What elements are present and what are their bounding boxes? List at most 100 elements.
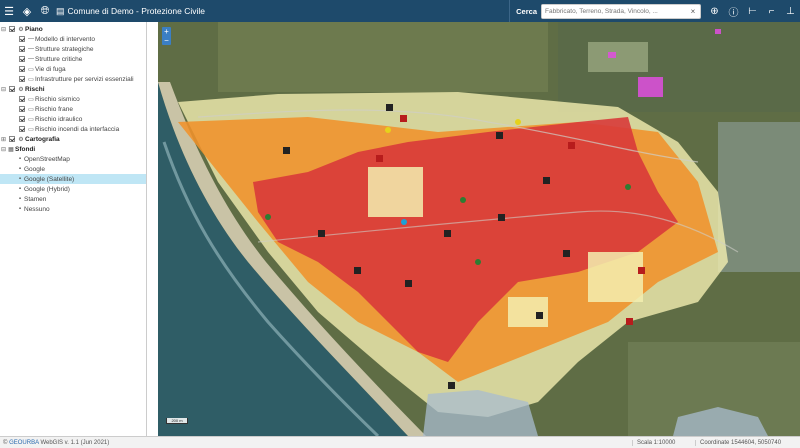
group-checkbox[interactable] [9, 26, 15, 32]
tree-group-piano[interactable]: ⊟ ⚙ Piano [0, 24, 146, 34]
collapse-icon[interactable]: ⊟ [0, 146, 7, 153]
poi-marker[interactable] [405, 280, 412, 287]
layer-checkbox[interactable] [19, 76, 25, 82]
tree-item[interactable]: ▭ Vie di fuga [0, 64, 146, 74]
menu-icon[interactable]: ☰ [0, 0, 18, 22]
folder-icon: ▭ [28, 106, 34, 113]
layers-icon[interactable]: ◈ [18, 0, 36, 22]
poi-marker[interactable] [460, 197, 466, 203]
layer-checkbox[interactable] [19, 56, 25, 62]
layer-checkbox[interactable] [19, 116, 25, 122]
layer-label: Strutture strategiche [35, 45, 94, 53]
tree-item[interactable]: ▭ Rischio sismico [0, 94, 146, 104]
map-svg[interactable] [158, 22, 800, 436]
basemap-label: Google (Satellite) [24, 175, 75, 183]
coordinate-readout: Coordinate 1544604, 5050740 [695, 439, 800, 446]
tree-item[interactable]: — Strutture strategiche [0, 44, 146, 54]
basemap-option[interactable]: ▪ Google [0, 164, 146, 174]
layer-label: Modello di intervento [35, 35, 95, 43]
poi-marker[interactable] [318, 230, 325, 237]
poi-marker[interactable] [515, 119, 521, 125]
poi-marker[interactable] [354, 267, 361, 274]
brand-link[interactable]: GEOURBA [9, 440, 39, 446]
poi-marker[interactable] [626, 318, 633, 325]
search-input[interactable] [542, 4, 687, 18]
low-risk-zone [588, 252, 643, 302]
tree-group-cartografia[interactable]: ⊞ ⚙ Cartografia [0, 134, 146, 144]
poi-marker[interactable] [543, 177, 550, 184]
poi-marker[interactable] [376, 155, 383, 162]
zoom-out-button[interactable]: − [162, 36, 171, 45]
basemap-icon: ▦ [8, 146, 14, 153]
poi-marker[interactable] [638, 267, 645, 274]
status-bar: © GEOURBA WebGIS v. 1.1 (Jun 2021) Scala… [0, 436, 800, 448]
basemap-option[interactable]: ▪ OpenStreetMap [0, 154, 146, 164]
fields [218, 22, 548, 92]
basemap-option[interactable]: ▪ Stamen [0, 194, 146, 204]
basemap-option[interactable]: ▪ Nessuno [0, 204, 146, 214]
collapse-icon[interactable]: ⊟ [0, 86, 7, 93]
poi-marker[interactable] [401, 219, 407, 225]
poi-marker[interactable] [536, 312, 543, 319]
layer-checkbox[interactable] [19, 96, 25, 102]
poi-marker[interactable] [625, 184, 631, 190]
pin-icon[interactable]: ⊥ [781, 0, 800, 22]
info-icon[interactable]: ⓘ [724, 0, 743, 22]
basemap-icon: ▪ [18, 206, 22, 212]
tree-item[interactable]: ▭ Rischio incendi da interfaccia [0, 124, 146, 134]
poi-marker[interactable] [400, 115, 407, 122]
layer-checkbox[interactable] [19, 46, 25, 52]
collapse-icon[interactable]: ⊟ [0, 26, 7, 33]
layer-label: Infrastrutture per servizi essenziali [35, 75, 134, 83]
version-text: WebGIS v. 1.1 (Jun 2021) [40, 439, 110, 446]
poi-marker[interactable] [265, 214, 271, 220]
group-checkbox[interactable] [9, 86, 15, 92]
low-risk-zone [368, 167, 423, 217]
layer-checkbox[interactable] [19, 36, 25, 42]
poi-marker[interactable] [386, 104, 393, 111]
tree-item[interactable]: — Strutture critiche [0, 54, 146, 64]
basemap-icon: ▪ [18, 166, 22, 172]
poi-marker[interactable] [563, 250, 570, 257]
zoom-search-icon[interactable]: ⊕ [705, 0, 724, 22]
layer-label: Rischio frane [35, 105, 73, 113]
measure-area-icon[interactable]: ⌐ [762, 0, 781, 22]
clear-search-icon[interactable]: × [687, 7, 699, 16]
zoom-in-button[interactable]: + [162, 27, 171, 36]
gear-icon: ⚙ [18, 86, 24, 93]
poi-marker[interactable] [444, 230, 451, 237]
top-bar: ☰ ◈ 🌐︎ ▤ Comune di Demo - Protezione Civ… [0, 0, 800, 22]
folder-icon: ▭ [28, 126, 34, 133]
basemap-label: Google [24, 165, 45, 173]
poi-marker[interactable] [496, 132, 503, 139]
poi-marker[interactable] [498, 214, 505, 221]
map-canvas[interactable]: + − 200 m [158, 22, 800, 436]
layer-checkbox[interactable] [19, 66, 25, 72]
poi-marker[interactable] [385, 127, 391, 133]
gear-icon: ⚙ [18, 26, 24, 33]
poi-marker[interactable] [475, 259, 481, 265]
tree-item[interactable]: ▭ Rischio frane [0, 104, 146, 114]
gear-icon: ⚙ [18, 136, 24, 143]
line-legend-icon: — [28, 56, 34, 62]
basemap-option-selected[interactable]: ▪ Google (Satellite) [0, 174, 146, 184]
poi-marker[interactable] [283, 147, 290, 154]
basemap-label: Nessuno [24, 205, 50, 213]
tree-item[interactable]: ▭ Infrastrutture per servizi essenziali [0, 74, 146, 84]
expand-icon[interactable]: ⊞ [0, 136, 7, 143]
tree-group-label: Piano [25, 25, 43, 33]
tree-item[interactable]: ▭ Rischio idraulico [0, 114, 146, 124]
poi-marker[interactable] [448, 382, 455, 389]
tree-group-sfondi[interactable]: ⊟ ▦ Sfondi [0, 144, 146, 154]
layer-checkbox[interactable] [19, 126, 25, 132]
group-checkbox[interactable] [9, 136, 15, 142]
basemap-option[interactable]: ▪ Google (Hybrid) [0, 184, 146, 194]
poi-marker[interactable] [568, 142, 575, 149]
globe-icon[interactable]: 🌐︎ [36, 0, 54, 22]
tree-item[interactable]: — Modello di intervento [0, 34, 146, 44]
footer-credits: © GEOURBA WebGIS v. 1.1 (Jun 2021) [0, 440, 632, 446]
basemap-label: OpenStreetMap [24, 155, 70, 163]
measure-line-icon[interactable]: ⊢ [743, 0, 762, 22]
layer-checkbox[interactable] [19, 106, 25, 112]
tree-group-rischi[interactable]: ⊟ ⚙ Rischi [0, 84, 146, 94]
